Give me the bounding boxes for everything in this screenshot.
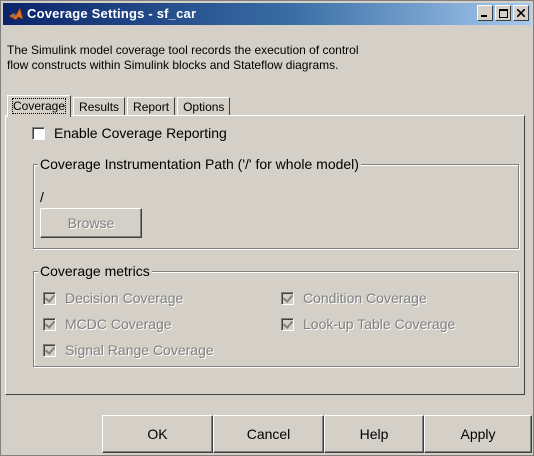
instrumentation-path-legend: Coverage Instrumentation Path ('/' for w… (38, 156, 361, 172)
mcdc-coverage-check-box[interactable] (43, 317, 56, 331)
apply-button[interactable]: Apply (424, 415, 532, 453)
coverage-tab-panel: Enable Coverage Reporting Coverage Instr… (5, 115, 525, 395)
window-title: Coverage Settings - sf_car (27, 6, 197, 21)
tab-options[interactable]: Options (177, 97, 231, 116)
maximize-icon (498, 8, 508, 18)
tab-strip: Coverage Results Report Options (7, 94, 232, 117)
minimize-button[interactable] (477, 5, 493, 21)
maximize-button[interactable] (495, 5, 511, 21)
description-line-2: flow constructs within Simulink blocks a… (7, 58, 339, 72)
enable-coverage-label: Enable Coverage Reporting (54, 125, 227, 141)
tab-options-label: Options (183, 100, 225, 114)
tab-results[interactable]: Results (73, 97, 126, 116)
condition-coverage-checkbox[interactable]: Condition Coverage (281, 290, 427, 306)
coverage-metrics-group: Coverage metrics Decision Coverage Condi… (33, 263, 519, 367)
tab-coverage[interactable]: Coverage (7, 95, 72, 117)
mcdc-coverage-label: MCDC Coverage (65, 316, 172, 332)
lookup-table-coverage-check-box[interactable] (281, 317, 294, 331)
signal-range-coverage-check-box[interactable] (43, 343, 56, 357)
signal-range-coverage-checkbox[interactable]: Signal Range Coverage (43, 342, 214, 358)
matlab-logo-icon (8, 7, 24, 21)
tab-results-label: Results (79, 100, 120, 114)
description-line-1: The Simulink model coverage tool records… (7, 43, 359, 57)
condition-coverage-check-box[interactable] (281, 291, 294, 305)
title-bar[interactable]: Coverage Settings - sf_car (3, 3, 531, 25)
condition-coverage-label: Condition Coverage (303, 290, 427, 306)
coverage-metrics-legend: Coverage metrics (38, 263, 152, 279)
mcdc-coverage-checkbox[interactable]: MCDC Coverage (43, 316, 172, 332)
close-icon (517, 9, 525, 17)
signal-range-coverage-label: Signal Range Coverage (65, 342, 214, 358)
coverage-settings-dialog: Coverage Settings - sf_car The Simulink … (0, 0, 534, 456)
enable-coverage-reporting-checkbox[interactable]: Enable Coverage Reporting (32, 125, 227, 141)
browse-button[interactable]: Browse (40, 208, 142, 238)
tab-coverage-label: Coverage (11, 98, 67, 114)
tab-report-label: Report (133, 100, 170, 114)
help-button[interactable]: Help (324, 415, 424, 453)
decision-coverage-check-box[interactable] (43, 291, 56, 305)
instrumentation-path-value: / (40, 189, 44, 205)
enable-coverage-checkbox-box[interactable] (32, 126, 45, 140)
cancel-button[interactable]: Cancel (213, 415, 324, 453)
decision-coverage-checkbox[interactable]: Decision Coverage (43, 290, 183, 306)
tab-report[interactable]: Report (127, 97, 176, 116)
lookup-table-coverage-label: Look-up Table Coverage (303, 316, 456, 332)
close-button[interactable] (513, 5, 529, 21)
minimize-icon (481, 15, 487, 17)
lookup-table-coverage-checkbox[interactable]: Look-up Table Coverage (281, 316, 455, 332)
decision-coverage-label: Decision Coverage (65, 290, 184, 306)
instrumentation-path-group: Coverage Instrumentation Path ('/' for w… (33, 156, 519, 249)
description-text: The Simulink model coverage tool records… (7, 43, 527, 73)
ok-button[interactable]: OK (102, 415, 213, 453)
